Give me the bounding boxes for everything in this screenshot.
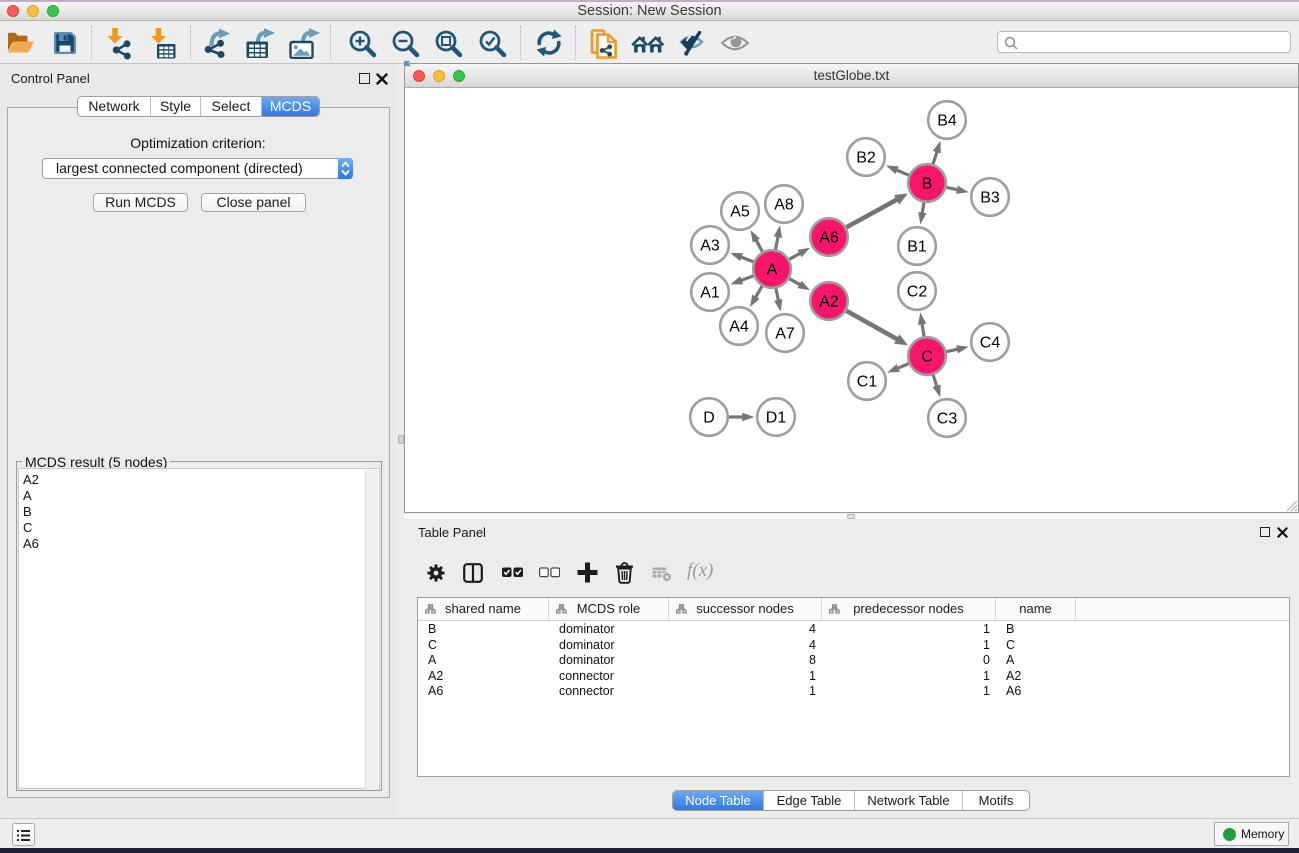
svg-text:D: D xyxy=(703,410,715,427)
svg-text:B1: B1 xyxy=(907,239,927,256)
svg-text:C3: C3 xyxy=(937,411,958,428)
svg-text:A7: A7 xyxy=(775,326,795,343)
svg-text:A6: A6 xyxy=(819,230,839,247)
svg-text:A8: A8 xyxy=(774,197,794,214)
svg-text:C4: C4 xyxy=(980,335,1001,352)
svg-text:A: A xyxy=(767,262,778,279)
svg-text:A3: A3 xyxy=(700,238,720,255)
svg-text:C: C xyxy=(921,349,933,366)
svg-text:B: B xyxy=(922,176,933,193)
svg-text:B3: B3 xyxy=(980,190,1000,207)
svg-text:A5: A5 xyxy=(730,204,750,221)
svg-text:A4: A4 xyxy=(729,319,749,336)
svg-text:B4: B4 xyxy=(937,113,957,130)
svg-text:A2: A2 xyxy=(819,294,839,311)
svg-text:A1: A1 xyxy=(700,285,720,302)
svg-text:C2: C2 xyxy=(907,284,928,301)
svg-text:C1: C1 xyxy=(857,374,878,391)
svg-text:B2: B2 xyxy=(856,150,876,167)
svg-text:D1: D1 xyxy=(766,410,787,427)
